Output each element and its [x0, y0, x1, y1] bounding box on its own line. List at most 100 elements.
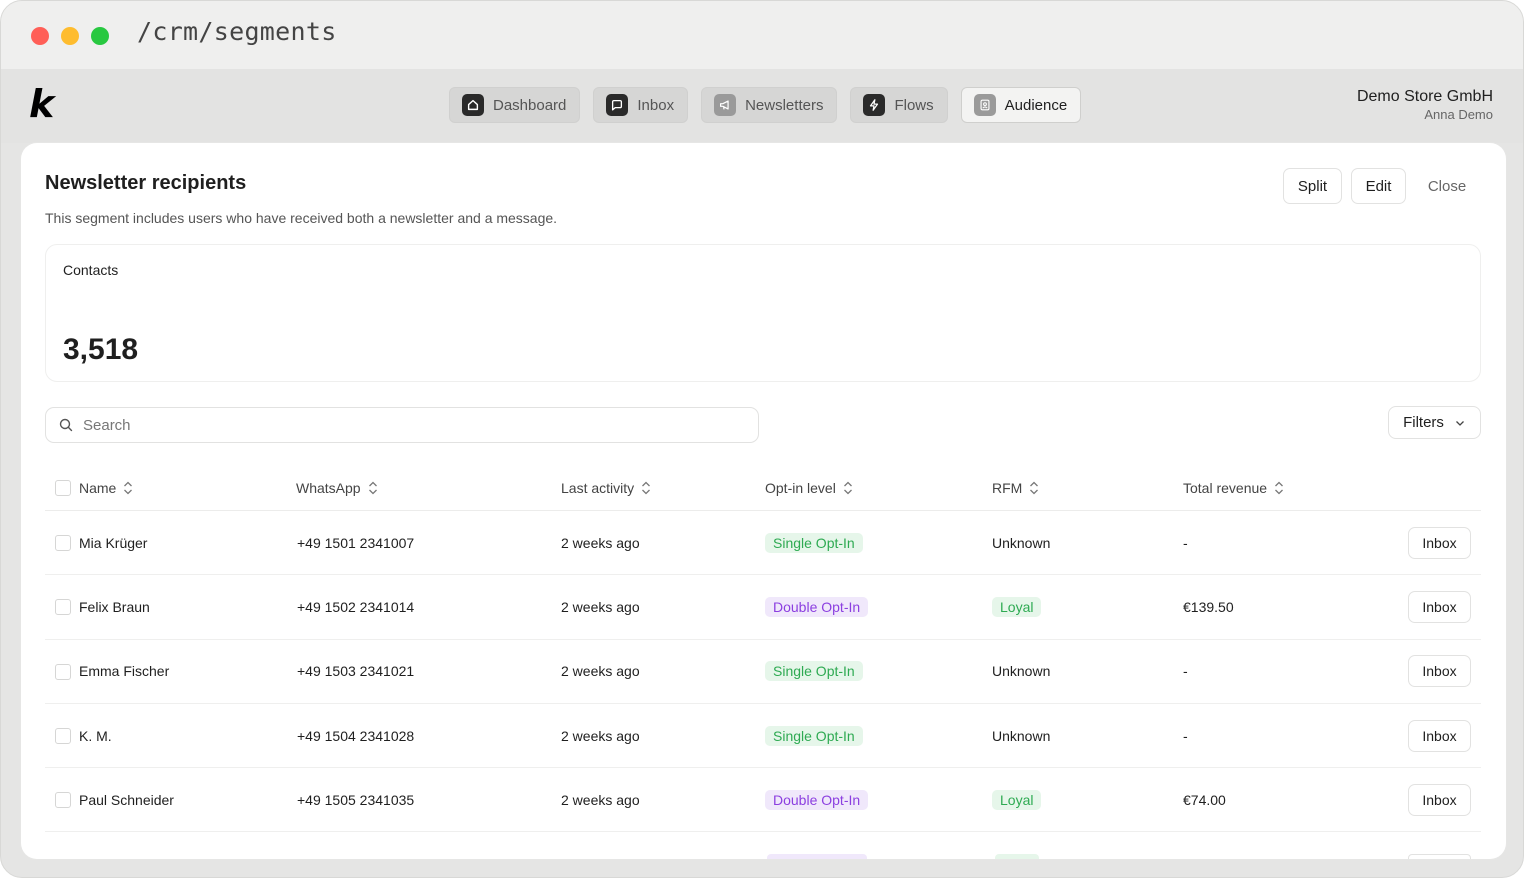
rfm-badge-partial [995, 854, 1039, 859]
nav-item-inbox[interactable]: Inbox [593, 87, 689, 123]
cell-rfm: Unknown [992, 727, 1051, 744]
logo-letter: k [29, 82, 55, 126]
cell-whatsapp: +49 1505 2341035 [297, 791, 415, 808]
column-label: Last activity [561, 479, 635, 496]
account-switcher[interactable]: Demo Store GmbH Anna Demo [1357, 88, 1493, 122]
sort-icon [1273, 480, 1285, 496]
edit-button[interactable]: Edit [1351, 168, 1406, 204]
cell-rfm: Unknown [992, 663, 1051, 680]
column-header-total-revenue[interactable]: Total revenue [1183, 480, 1285, 496]
cell-name: K. M. [79, 727, 112, 744]
nav-item-audience[interactable]: Audience [960, 87, 1082, 123]
optin-badge: Double Opt-In [765, 596, 869, 617]
sort-icon [367, 480, 379, 496]
home-icon [462, 94, 484, 116]
cell-revenue: - [1183, 534, 1188, 551]
nav-item-label: Flows [894, 96, 934, 114]
inbox-button[interactable]: Inbox [1408, 719, 1471, 752]
table-row[interactable]: Felix Braun +49 1502 2341014 2 weeks ago… [45, 575, 1481, 640]
cell-whatsapp: +49 1501 2341007 [297, 534, 415, 551]
chat-icon [606, 94, 629, 116]
column-header-last-activity[interactable]: Last activity [561, 480, 652, 496]
cell-whatsapp: +49 1504 2341028 [297, 727, 415, 744]
optin-badge: Single Opt-In [765, 725, 863, 746]
cell-revenue: - [1183, 663, 1188, 680]
cell-whatsapp: +49 1503 2341021 [297, 663, 415, 680]
row-checkbox[interactable] [55, 599, 71, 616]
page-title: Newsletter recipients [45, 172, 247, 194]
split-button[interactable]: Split [1283, 168, 1342, 204]
stat-label: Contacts [63, 262, 119, 278]
optin-badge-partial [767, 854, 867, 859]
inbox-button[interactable]: Inbox [1408, 655, 1471, 688]
inbox-button-partial [1408, 854, 1471, 859]
cell-last-activity: 2 weeks ago [561, 534, 640, 551]
column-header-rfm[interactable]: RFM [992, 480, 1040, 496]
column-label: WhatsApp [296, 479, 361, 496]
stat-value: 3,518 [63, 333, 139, 366]
inbox-button[interactable]: Inbox [1408, 590, 1471, 623]
search-box[interactable] [45, 407, 759, 443]
cell-name: Mia Krüger [79, 534, 148, 551]
cell-revenue: €139.50 [1183, 598, 1234, 615]
table-row[interactable]: Mia Krüger +49 1501 2341007 2 weeks ago … [45, 511, 1481, 576]
main-nav: Dashboard Inbox Newsletters Flows Audien… [449, 87, 1082, 123]
contacts-stat-card: Contacts 3,518 [45, 244, 1481, 382]
table-header: Name WhatsApp Last activity Opt-in level… [45, 465, 1481, 511]
close-button[interactable]: Close [1417, 168, 1477, 204]
table-row[interactable]: K. M. +49 1504 2341028 2 weeks ago Singl… [45, 704, 1481, 769]
search-input[interactable] [83, 416, 723, 434]
column-label: Total revenue [1183, 479, 1268, 496]
table-row[interactable]: Paul Schneider +49 1505 2341035 2 weeks … [45, 768, 1481, 833]
url-path: /crm/segments [137, 17, 337, 46]
contacts-icon [973, 94, 996, 116]
column-label: RFM [992, 479, 1023, 496]
search-icon [59, 418, 73, 432]
row-checkbox[interactable] [55, 727, 71, 744]
nav-item-dashboard[interactable]: Dashboard [449, 87, 581, 123]
filters-button[interactable]: Filters [1388, 406, 1481, 439]
cell-last-activity: 2 weeks ago [561, 727, 640, 744]
chevron-down-icon [1455, 420, 1464, 426]
close-window-button[interactable] [31, 27, 49, 45]
cell-last-activity: 2 weeks ago [561, 791, 640, 808]
maximize-window-button[interactable] [91, 27, 109, 45]
user-name: Anna Demo [1424, 107, 1493, 122]
cell-name: Emma Fischer [79, 663, 170, 680]
contacts-table: Name WhatsApp Last activity Opt-in level… [45, 465, 1481, 859]
lightning-icon [863, 94, 886, 116]
title-bar: /crm/segments [1, 1, 1523, 69]
nav-item-label: Dashboard [493, 96, 567, 114]
optin-badge: Double Opt-In [765, 789, 869, 810]
select-all-checkbox[interactable] [55, 480, 71, 496]
cell-last-activity: 2 weeks ago [561, 663, 640, 680]
row-checkbox[interactable] [55, 792, 71, 809]
sort-icon [122, 480, 134, 496]
nav-item-label: Newsletters [745, 96, 824, 114]
nav-item-flows[interactable]: Flows [850, 87, 948, 123]
row-checkbox[interactable] [55, 535, 71, 551]
inbox-button[interactable]: Inbox [1408, 783, 1471, 816]
cell-rfm: Unknown [992, 534, 1051, 551]
sort-icon [1028, 480, 1040, 496]
column-header-optin-level[interactable]: Opt-in level [765, 480, 854, 496]
rfm-badge: Loyal [992, 789, 1042, 810]
column-header-name[interactable]: Name [79, 480, 134, 496]
cell-revenue: - [1183, 727, 1188, 744]
nav-item-label: Inbox [637, 96, 675, 114]
minimize-window-button[interactable] [61, 27, 79, 45]
row-checkbox[interactable] [55, 663, 71, 680]
table-row[interactable]: Emma Fischer +49 1503 2341021 2 weeks ag… [45, 640, 1481, 704]
sort-icon [842, 480, 854, 496]
rfm-badge: Loyal [992, 596, 1042, 617]
app-logo[interactable]: k [29, 83, 65, 125]
nav-item-newsletters[interactable]: Newsletters [701, 87, 838, 123]
app-window: /crm/segments k Dashboard Inbox Newslett… [0, 0, 1524, 878]
column-header-whatsapp[interactable]: WhatsApp [296, 480, 379, 496]
cell-name: Felix Braun [79, 598, 150, 615]
inbox-button[interactable]: Inbox [1408, 526, 1471, 559]
filters-label: Filters [1403, 414, 1444, 431]
segment-card: Newsletter recipients This segment inclu… [21, 143, 1506, 859]
cell-revenue: €74.00 [1183, 791, 1226, 808]
nav-item-label: Audience [1004, 96, 1068, 114]
